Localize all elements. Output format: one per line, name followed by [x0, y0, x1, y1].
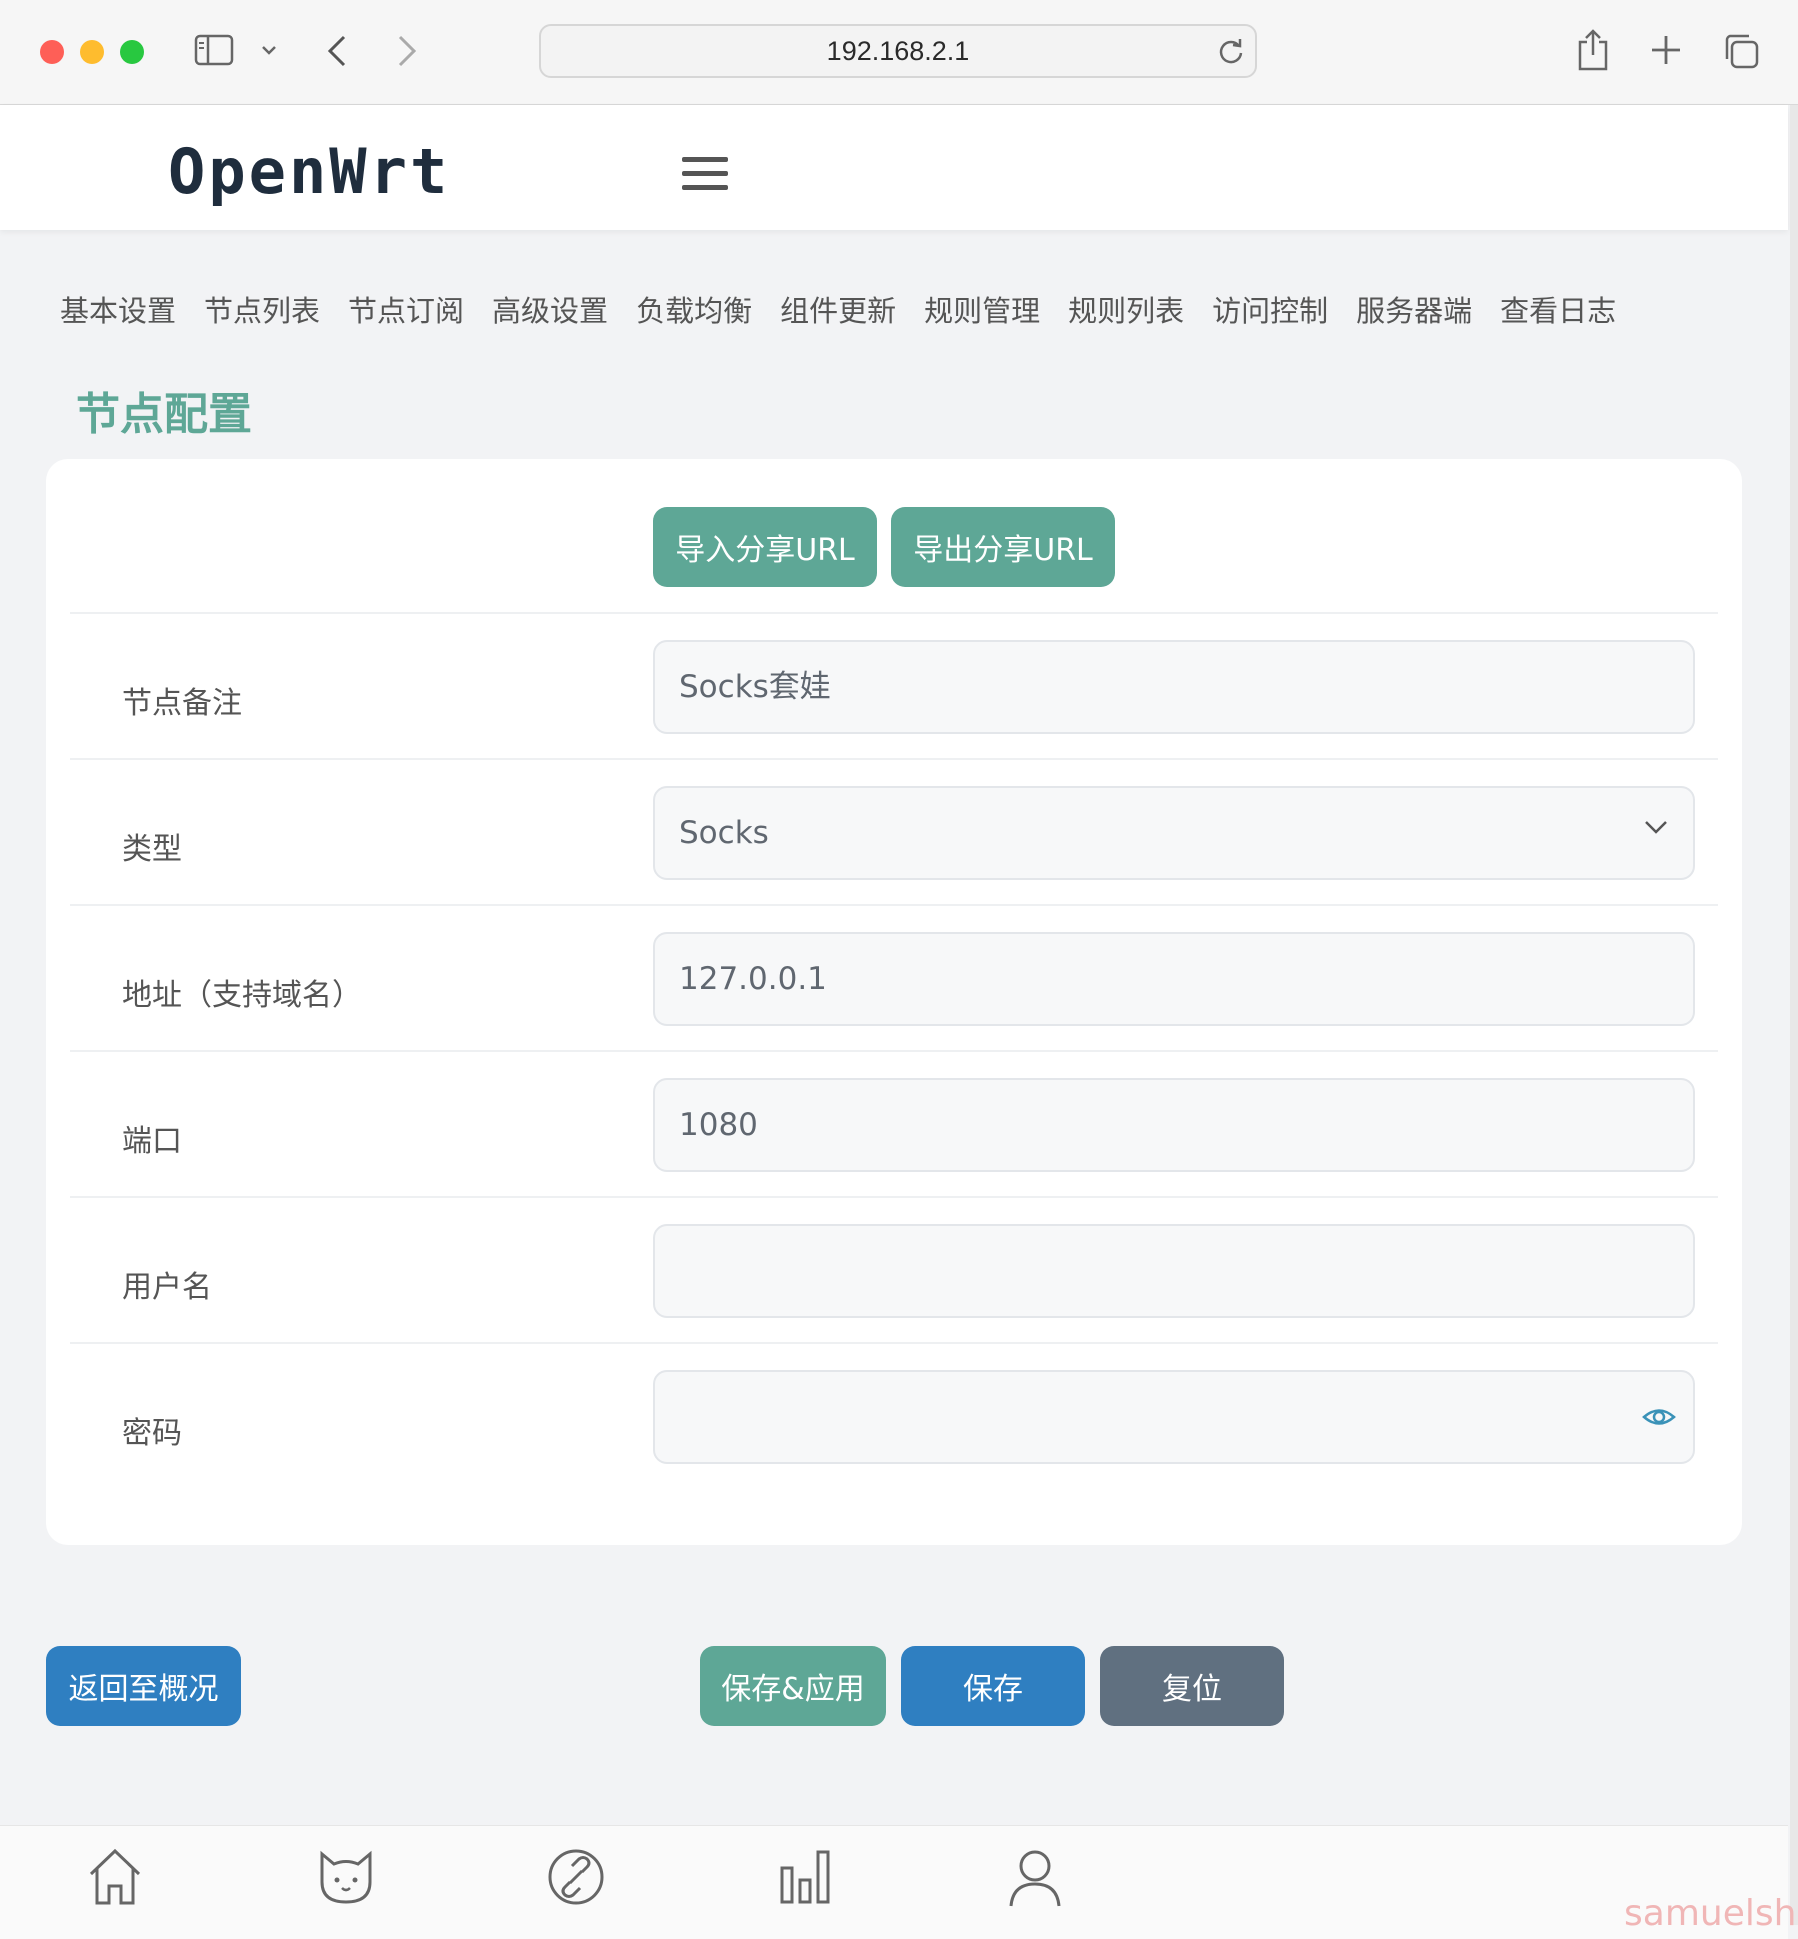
tab-node-list[interactable]: 节点列表: [204, 288, 320, 330]
import-share-url-button[interactable]: 导入分享URL: [653, 507, 877, 587]
bottom-nav-bar: [0, 1825, 1788, 1939]
save-button[interactable]: 保存: [901, 1646, 1085, 1726]
chevron-down-icon[interactable]: [261, 44, 277, 56]
username-label: 用户名: [122, 1270, 212, 1305]
remark-value: Socks套娃: [679, 669, 831, 705]
reload-icon[interactable]: [1217, 36, 1245, 70]
address-label: 地址（支持域名）: [122, 978, 362, 1013]
form-row-type: 类型 Socks: [70, 758, 1718, 906]
url-text: 192.168.2.1: [826, 36, 970, 66]
save-apply-button[interactable]: 保存&应用: [700, 1646, 886, 1726]
chevron-down-icon: [1643, 818, 1669, 840]
tab-view-logs[interactable]: 查看日志: [1500, 288, 1616, 330]
new-tab-icon[interactable]: [1650, 34, 1682, 66]
username-input[interactable]: [653, 1224, 1695, 1318]
share-url-buttons: 导入分享URL 导出分享URL: [653, 507, 1115, 587]
port-input[interactable]: 1080: [653, 1078, 1695, 1172]
remark-label: 节点备注: [122, 686, 242, 721]
cat-icon[interactable]: [316, 1846, 376, 1912]
tab-basic-settings[interactable]: 基本设置: [60, 288, 176, 330]
zoom-window-button[interactable]: [120, 40, 144, 64]
form-row-address: 地址（支持域名） 127.0.0.1: [70, 904, 1718, 1052]
port-value: 1080: [679, 1107, 758, 1143]
export-share-url-button[interactable]: 导出分享URL: [891, 507, 1115, 587]
type-value: Socks: [679, 815, 769, 851]
form-row-username: 用户名: [70, 1196, 1718, 1344]
user-icon[interactable]: [1006, 1846, 1064, 1912]
close-window-button[interactable]: [40, 40, 64, 64]
share-icon[interactable]: [1576, 28, 1610, 72]
tab-component-update[interactable]: 组件更新: [780, 288, 896, 330]
tab-rule-list[interactable]: 规则列表: [1068, 288, 1184, 330]
app-header: OpenWrt: [0, 105, 1788, 230]
tab-load-balance[interactable]: 负载均衡: [636, 288, 752, 330]
password-label: 密码: [122, 1416, 182, 1451]
type-label: 类型: [122, 832, 182, 867]
back-to-overview-button[interactable]: 返回至概况: [46, 1646, 241, 1726]
scrollbar[interactable]: [1790, 105, 1798, 1925]
tab-advanced-settings[interactable]: 高级设置: [492, 288, 608, 330]
form-row-remark: 节点备注 Socks套娃: [70, 612, 1718, 760]
address-value: 127.0.0.1: [679, 961, 827, 997]
browser-toolbar: 192.168.2.1: [0, 0, 1798, 105]
forward-arrow-icon[interactable]: [396, 34, 418, 68]
remark-input[interactable]: Socks套娃: [653, 640, 1695, 734]
port-label: 端口: [122, 1124, 182, 1159]
tab-rule-manage[interactable]: 规则管理: [924, 288, 1040, 330]
eye-icon[interactable]: [1641, 1402, 1677, 1436]
minimize-window-button[interactable]: [80, 40, 104, 64]
menu-icon[interactable]: [682, 157, 728, 199]
back-arrow-icon[interactable]: [326, 34, 348, 68]
address-bar[interactable]: 192.168.2.1: [539, 24, 1257, 78]
watermark-text: samuelsh: [1624, 1893, 1797, 1934]
home-icon[interactable]: [86, 1846, 144, 1912]
form-row-password: 密码: [70, 1342, 1718, 1490]
tab-overview-icon[interactable]: [1722, 32, 1760, 70]
page-title: 节点配置: [76, 389, 252, 440]
link-icon[interactable]: [546, 1846, 606, 1912]
tab-node-subscribe[interactable]: 节点订阅: [348, 288, 464, 330]
form-row-port: 端口 1080: [70, 1050, 1718, 1198]
brand-logo[interactable]: OpenWrt: [168, 135, 450, 208]
form-actions: 保存&应用 保存 复位: [700, 1646, 1284, 1726]
bar-chart-icon[interactable]: [778, 1846, 832, 1912]
tab-server-side[interactable]: 服务器端: [1356, 288, 1472, 330]
node-config-card: 导入分享URL 导出分享URL 节点备注 Socks套娃 类型 Socks 地址…: [46, 459, 1742, 1545]
address-input[interactable]: 127.0.0.1: [653, 932, 1695, 1026]
password-input[interactable]: [653, 1370, 1695, 1464]
tab-access-control[interactable]: 访问控制: [1212, 288, 1328, 330]
reset-button[interactable]: 复位: [1100, 1646, 1284, 1726]
type-select[interactable]: Socks: [653, 786, 1695, 880]
sidebar-toggle-icon[interactable]: [194, 34, 234, 66]
section-tabs: 基本设置 节点列表 节点订阅 高级设置 负载均衡 组件更新 规则管理 规则列表 …: [60, 288, 1644, 330]
